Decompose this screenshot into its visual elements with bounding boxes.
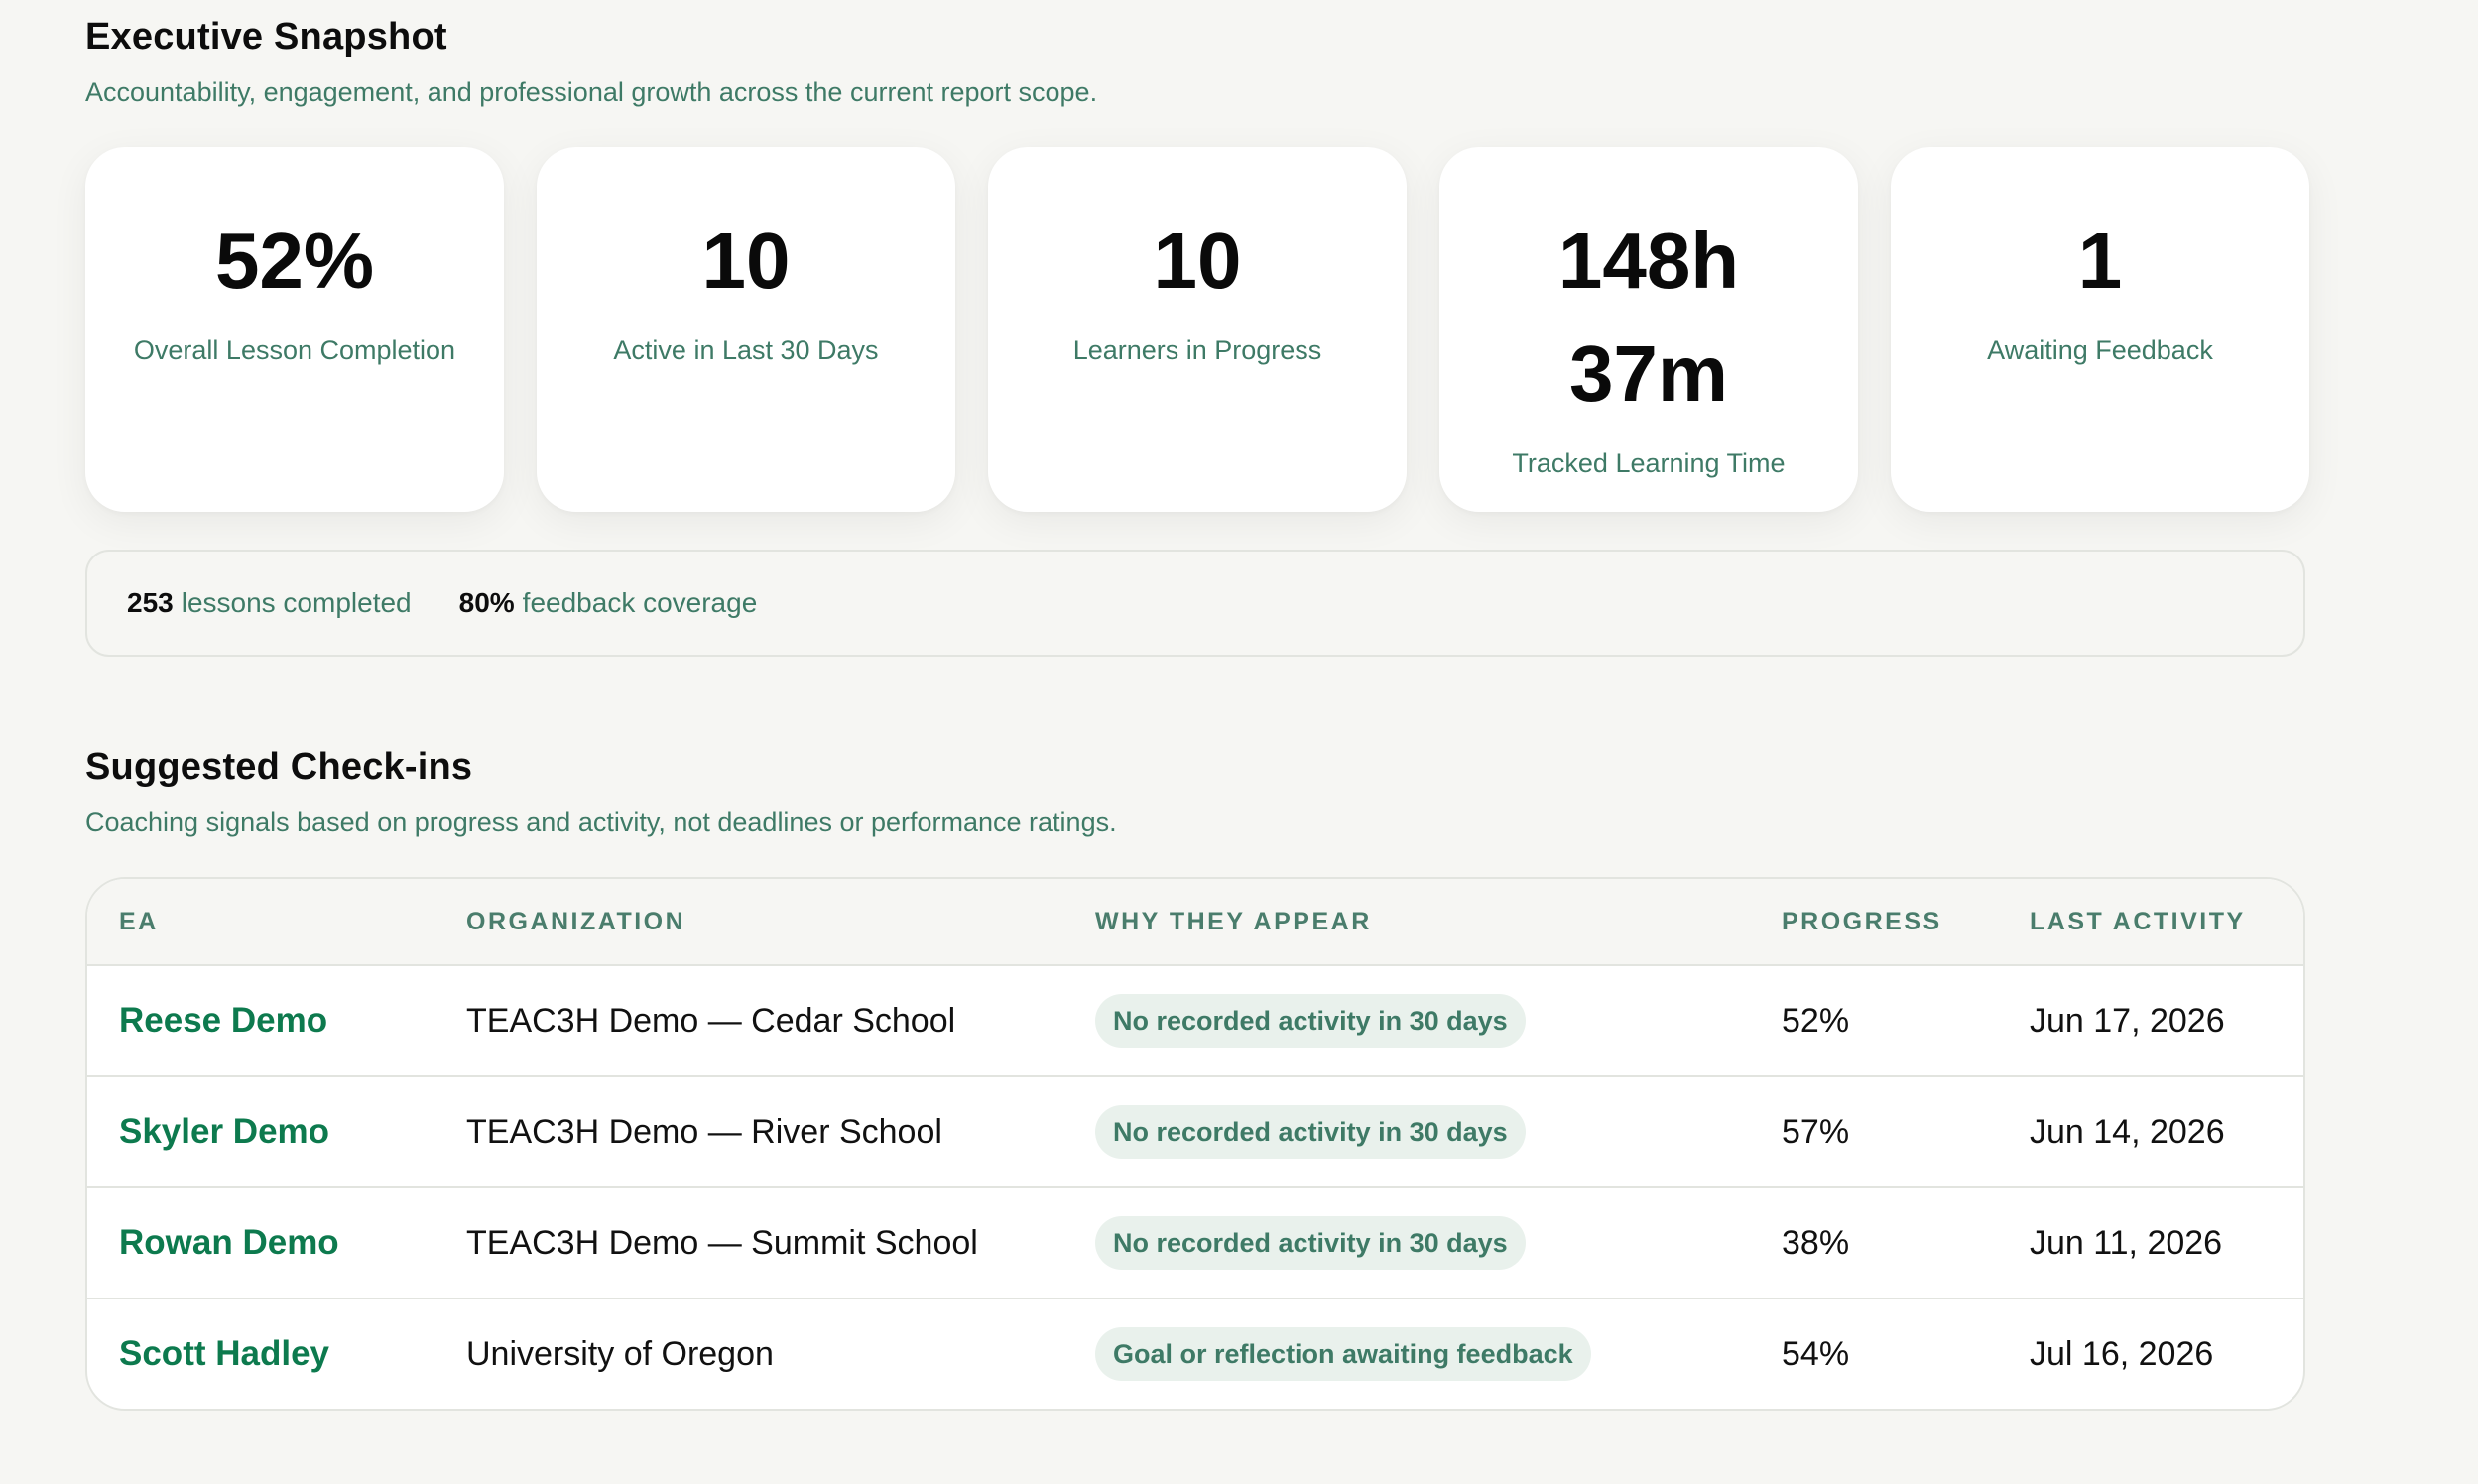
metric-label: Learners in Progress [1072,335,1322,365]
metric-value: 10 [701,216,791,305]
metric-cards: 52% Overall Lesson Completion 10 Active … [85,147,2309,512]
metric-card-lesson-completion: 52% Overall Lesson Completion [85,147,504,512]
table-header: EA ORGANIZATION WHY THEY APPEAR PROGRESS… [87,879,2303,966]
reason-badge: No recorded activity in 30 days [1095,1105,1526,1159]
organization-cell: University of Oregon [466,1335,774,1373]
column-header-progress: PROGRESS [1782,908,1942,935]
last-activity-cell: Jun 14, 2026 [2030,1113,2225,1151]
last-activity-cell: Jul 16, 2026 [2030,1335,2214,1373]
metric-card-learners-in-progress: 10 Learners in Progress [988,147,1407,512]
organization-cell: TEAC3H Demo — River School [466,1113,942,1151]
progress-cell: 38% [1782,1224,1850,1262]
metric-value: 52% [214,216,375,305]
progress-cell: 54% [1782,1335,1850,1373]
checkins-table: EA ORGANIZATION WHY THEY APPEAR PROGRESS… [85,877,2305,1411]
metric-label: Tracked Learning Time [1512,448,1786,478]
ea-name-link[interactable]: Scott Hadley [119,1299,329,1409]
column-header-last-activity: LAST ACTIVITY [2030,908,2246,935]
suggested-checkins-subtitle: Coaching signals based on progress and a… [85,807,1117,837]
table-row: Rowan Demo TEAC3H Demo — Summit School N… [87,1188,2303,1299]
metric-label: Awaiting Feedback [1987,335,2213,365]
progress-cell: 57% [1782,1113,1850,1151]
feedback-coverage-value: 80% [458,587,515,618]
metric-card-awaiting-feedback: 1 Awaiting Feedback [1891,147,2309,512]
organization-cell: TEAC3H Demo — Summit School [466,1224,978,1262]
column-header-organization: ORGANIZATION [466,908,686,935]
reason-badge: No recorded activity in 30 days [1095,994,1526,1048]
ea-name-link[interactable]: Skyler Demo [119,1077,329,1186]
column-header-ea: EA [119,908,159,935]
column-header-why: WHY THEY APPEAR [1095,908,1372,935]
summary-bar: 253 lessons completed 80% feedback coverag… [85,550,2305,657]
metric-value: 1 [2077,216,2123,305]
table-row: Scott Hadley University of Oregon Goal o… [87,1299,2303,1409]
metric-card-active-30-days: 10 Active in Last 30 Days [537,147,955,512]
metric-label: Active in Last 30 Days [613,335,879,365]
ea-name-link[interactable]: Rowan Demo [119,1188,339,1298]
lessons-completed-label: lessons completed [181,587,412,618]
suggested-checkins-title: Suggested Check-ins [85,746,473,788]
reason-badge: Goal or reflection awaiting feedback [1095,1327,1591,1381]
reason-badge: No recorded activity in 30 days [1095,1216,1526,1270]
executive-snapshot-title: Executive Snapshot [85,16,447,58]
lessons-completed-value: 253 [127,587,174,618]
feedback-coverage-stat: 80% feedback coverage [459,587,758,619]
executive-snapshot-subtitle: Accountability, engagement, and professi… [85,77,1098,107]
metric-value: 148h 37m [1557,216,1740,418]
feedback-coverage-label: feedback coverage [522,587,758,618]
progress-cell: 52% [1782,1002,1850,1040]
ea-name-link[interactable]: Reese Demo [119,966,327,1075]
table-row: Reese Demo TEAC3H Demo — Cedar School No… [87,966,2303,1077]
lessons-completed-stat: 253 lessons completed [127,587,412,619]
organization-cell: TEAC3H Demo — Cedar School [466,1002,956,1040]
table-row: Skyler Demo TEAC3H Demo — River School N… [87,1077,2303,1188]
last-activity-cell: Jun 11, 2026 [2030,1224,2223,1262]
last-activity-cell: Jun 17, 2026 [2030,1002,2225,1040]
metric-label: Overall Lesson Completion [133,335,456,365]
metric-value: 10 [1153,216,1242,305]
report-page: Executive Snapshot Accountability, engag… [0,0,2478,1484]
metric-card-tracked-time: 148h 37m Tracked Learning Time [1439,147,1858,512]
